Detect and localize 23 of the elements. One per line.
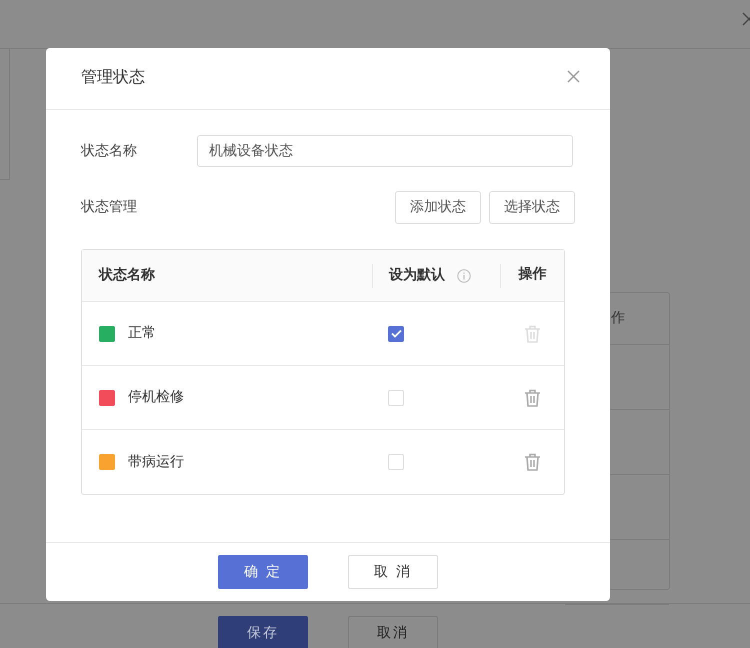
action-button[interactable]: 添加状态 [395,191,481,224]
trash-icon[interactable] [524,388,540,406]
close-icon[interactable] [742,12,750,26]
save-button[interactable]: 保存 [218,616,308,648]
cancel-button[interactable]: 取消 [348,616,438,648]
info-icon[interactable] [457,268,471,282]
trash-icon[interactable] [524,453,540,471]
column-header: 设为默认 [389,266,445,285]
table-header: 作 [611,309,625,328]
section-label: 状态管理 [81,198,138,217]
status-name: 正常 [128,324,156,343]
dialog-title: 管理状态 [81,66,145,88]
column-header: 状态名称 [99,266,155,285]
close-icon[interactable] [567,70,580,83]
status-name: 停机检修 [128,388,184,407]
status-name: 带病运行 [128,452,184,472]
text-field[interactable]: 机械设备状态 [197,135,573,167]
field-label: 状态名称 [81,142,138,160]
column-header: 操作 [518,264,546,284]
action-button[interactable]: 选择状态 [489,191,575,224]
confirm-button[interactable]: 确 定 [218,555,308,589]
cancel-button[interactable]: 取 消 [348,555,438,589]
checkbox[interactable] [388,326,404,342]
